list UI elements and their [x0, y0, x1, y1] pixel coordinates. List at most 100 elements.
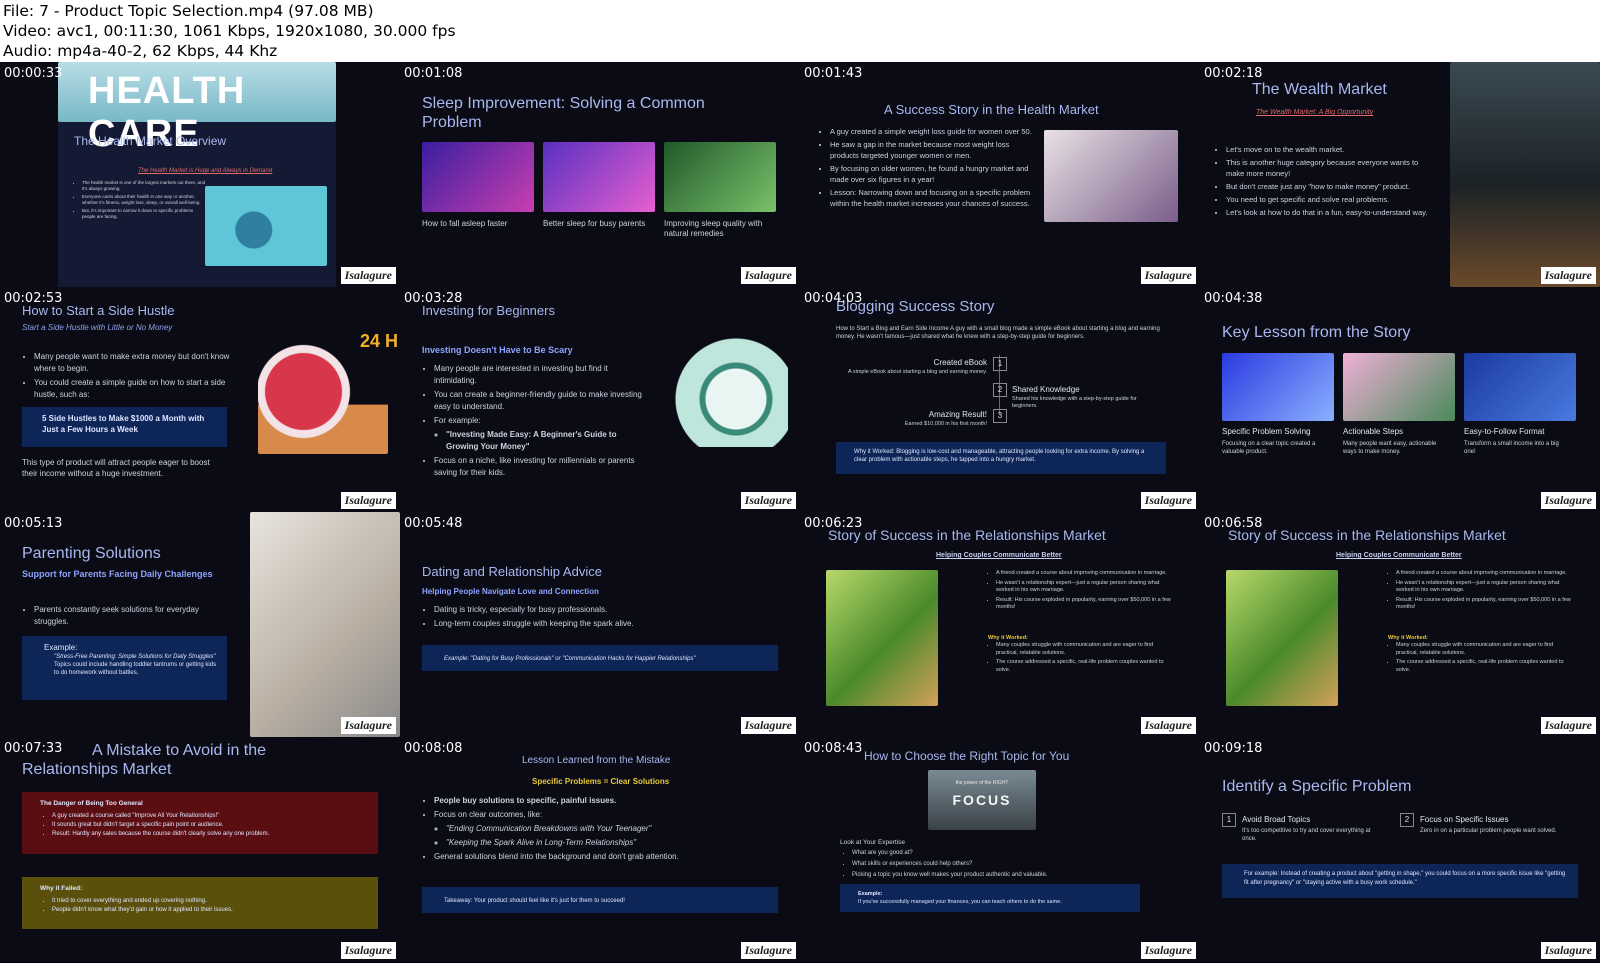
item-number: 2 — [1400, 813, 1414, 827]
timestamp: 00:08:43 — [804, 741, 863, 756]
sleep-image-3 — [664, 142, 776, 212]
timestamp: 00:01:08 — [404, 66, 463, 81]
slide-title: Story of Success in the Relationships Ma… — [828, 527, 1106, 543]
bullet-list: Dating is tricky, especially for busy pr… — [420, 604, 774, 632]
slide-subtitle: Start a Side Hustle with Little or No Mo… — [22, 323, 173, 332]
bullet-list: Let's move on to the wealth market. This… — [1212, 144, 1434, 220]
thumbnail-frame[interactable]: Sleep Improvement: Solving a Common Prob… — [400, 62, 800, 287]
bullet-item: For example: — [434, 415, 644, 427]
card-desc: Many people want easy, actionable ways t… — [1343, 441, 1437, 455]
box-item: Result: Hardly any sales because the cou… — [52, 830, 370, 839]
parenting-photo — [250, 512, 400, 737]
bullet-item: Let's look at how to do that in a fun, e… — [1226, 207, 1434, 218]
card-desc: Transform a small income into a big one! — [1464, 441, 1559, 455]
watermark: Isalagure — [740, 492, 796, 509]
card-desc: Focusing on a clear topic created a valu… — [1222, 441, 1316, 455]
thumbnail-frame[interactable]: Investing for Beginners Investing Doesn'… — [400, 287, 800, 512]
watermark: Isalagure — [340, 942, 396, 959]
slide-heading: Investing Doesn't Have to Be Scary — [422, 345, 573, 355]
thumbnail-frame[interactable]: A Mistake to Avoid in the Relationships … — [0, 737, 400, 962]
card-label: Actionable Steps — [1343, 427, 1404, 436]
bullet-list: Parents constantly seek solutions for ev… — [20, 604, 234, 630]
failure-box: Why it Failed: It tried to cover everyth… — [22, 877, 378, 929]
danger-box: The Danger of Being Too General A guy cr… — [22, 792, 378, 854]
bullet-item: "Investing Made Easy: A Beginner's Guide… — [446, 429, 644, 453]
thumbnail-frame[interactable]: Blogging Success Story How to Start a Bl… — [800, 287, 1200, 512]
slide-title: Story of Success in the Relationships Ma… — [1228, 527, 1506, 543]
slide-title: Key Lesson from the Story — [1222, 324, 1411, 341]
bullet-item: A friend created a course about improvin… — [1396, 570, 1576, 578]
slide-title: Identify a Specific Problem — [1222, 778, 1412, 795]
thumbnail-frame[interactable]: Story of Success in the Relationships Ma… — [800, 512, 1200, 737]
couple-hands-photo — [826, 570, 938, 706]
step-desc: Earned $10,000 in his first month! — [904, 421, 987, 427]
bullet-list: The health market is one of the largest … — [68, 180, 207, 222]
slide-title: Lesson Learned from the Mistake — [522, 755, 671, 766]
bullet-item: General solutions blend into the backgro… — [434, 851, 784, 863]
thumbnail-frame[interactable]: Lesson Learned from the Mistake Specific… — [400, 737, 800, 962]
timestamp: 00:06:58 — [1204, 516, 1263, 531]
why-box: Why it Worked: Blogging is low-cost and … — [836, 442, 1166, 474]
bullet-item: Many people want to make extra money but… — [34, 351, 244, 375]
audio-line: Audio: mp4a-40-2, 62 Kbps, 44 Khz — [3, 42, 278, 60]
bullet-item: Let's move on to the wealth market. — [1226, 144, 1434, 155]
file-line: File: 7 - Product Topic Selection.mp4 (9… — [3, 2, 374, 20]
bullet-item: You can create a beginner-friendly guide… — [434, 389, 644, 413]
thumbnail-frame[interactable]: Dating and Relationship Advice Helping P… — [400, 512, 800, 737]
bullet-list: What are you good at? What skills or exp… — [838, 849, 1152, 882]
watermark: Isalagure — [1540, 717, 1596, 734]
timestamp: 00:01:43 — [804, 66, 863, 81]
thumbnail-frame[interactable]: HEALTH CARE The Health Market Overview T… — [0, 62, 400, 287]
watermark: Isalagure — [1140, 717, 1196, 734]
slide-subtitle: Helping Couples Communicate Better — [936, 552, 1062, 559]
thumbnail-frame[interactable]: A Success Story in the Health Market A g… — [800, 62, 1200, 287]
bullet-item: "Ending Communication Breakdowns with Yo… — [446, 823, 784, 835]
image-caption: How to fall asleep faster — [422, 219, 508, 228]
thumbnail-frame[interactable]: How to Start a Side Hustle Start a Side … — [0, 287, 400, 512]
slide-title: Sleep Improvement: Solving a Common Prob… — [422, 95, 705, 131]
step-number: 3 — [993, 409, 1007, 423]
timestamp: 00:02:53 — [4, 291, 63, 306]
thumbnail-frame[interactable]: Identify a Specific Problem 1 Avoid Broa… — [1200, 737, 1600, 962]
thumbnail-frame[interactable]: Parenting Solutions Support for Parents … — [0, 512, 400, 737]
box-text: If you've successfully managed your fina… — [858, 899, 1062, 905]
card-image-1 — [1222, 353, 1334, 421]
box-title: Example: — [858, 891, 883, 897]
slide-title: How to Choose the Right Topic for You — [864, 749, 1070, 763]
bullet-item: Result: His course exploded in popularit… — [996, 597, 1176, 612]
bullet-item: A friend created a course about improvin… — [996, 570, 1176, 578]
bullet-item: Many people are interested in investing … — [434, 363, 644, 387]
watermark: Isalagure — [1140, 942, 1196, 959]
watermark: Isalagure — [1140, 267, 1196, 284]
bullet-item: You need to get specific and solve real … — [1226, 194, 1434, 205]
thumbnail-frame[interactable]: How to Choose the Right Topic for You th… — [800, 737, 1200, 962]
slide-title: The Health Market Overview — [74, 134, 227, 148]
file-info-header: File: 7 - Product Topic Selection.mp4 (9… — [0, 0, 1600, 62]
why-list: Many couples struggle with communication… — [982, 642, 1176, 676]
timestamp: 00:02:18 — [1204, 66, 1263, 81]
thumbnail-grid: HEALTH CARE The Health Market Overview T… — [0, 62, 1600, 963]
bullet-item: But don't create just any "how to make m… — [1226, 181, 1434, 192]
timestamp: 00:03:28 — [404, 291, 463, 306]
bullet-item: Picking a topic you know well makes your… — [852, 871, 1152, 880]
watermark: Isalagure — [340, 717, 396, 734]
bullet-item: Result: His course exploded in popularit… — [1396, 597, 1576, 612]
example-box: Example: "Dating for Busy Professionals"… — [422, 645, 778, 671]
timestamp: 00:08:08 — [404, 741, 463, 756]
step-desc: Shared his knowledge with a step-by-step… — [1012, 396, 1137, 409]
step-number: 2 — [993, 383, 1007, 397]
celebration-image — [1044, 130, 1178, 222]
bullet-item: He wasn't a relationship expert—just a r… — [996, 580, 1176, 595]
bullet-item: The health market is one of the largest … — [82, 180, 207, 192]
thumbnail-frame[interactable]: Key Lesson from the Story Specific Probl… — [1200, 287, 1600, 512]
thumbnail-frame[interactable]: Story of Success in the Relationships Ma… — [1200, 512, 1600, 737]
watermark: Isalagure — [740, 717, 796, 734]
thumbnail-frame[interactable]: The Wealth Market The Wealth Market: A B… — [1200, 62, 1600, 287]
bullet-list: People buy solutions to specific, painfu… — [420, 795, 784, 865]
step-desc: A simple eBook about starting a blog and… — [847, 369, 987, 375]
bullet-item: Dating is tricky, especially for busy pr… — [434, 604, 774, 616]
badge-24h: 24 H — [360, 331, 399, 351]
video-line: Video: avc1, 00:11:30, 1061 Kbps, 1920x1… — [3, 22, 456, 40]
investing-illustration — [658, 327, 788, 447]
bullet-item: Lesson: Narrowing down and focusing on a… — [830, 187, 1035, 209]
